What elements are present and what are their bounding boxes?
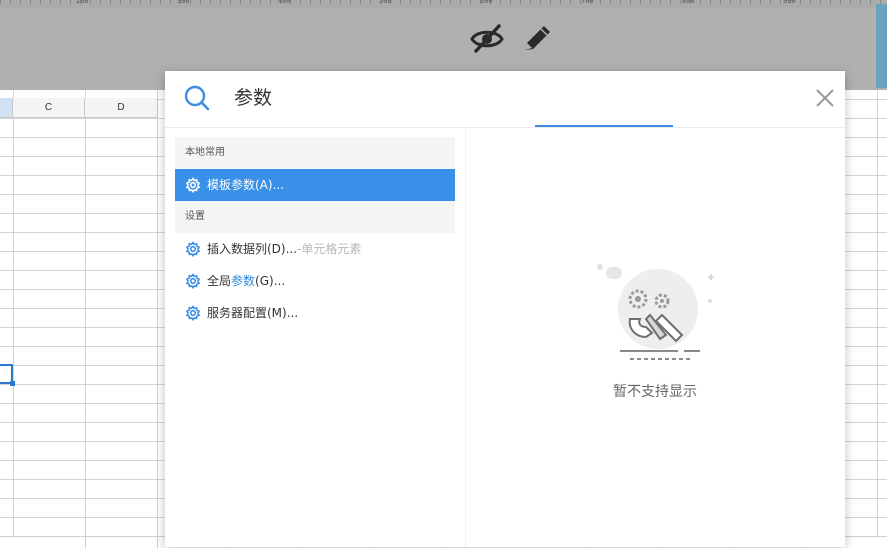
gear-icon: [185, 177, 201, 193]
result-item-insert-column[interactable]: 插入数据列(D)...-单元格元素: [175, 233, 455, 265]
result-item-label-suffix: (G)...: [255, 274, 286, 288]
search-input[interactable]: 参数: [234, 83, 272, 113]
result-item-template-params[interactable]: 模板参数(A)...: [175, 169, 455, 201]
ruler-label: 600: [480, 0, 493, 5]
column-header-d[interactable]: D: [85, 98, 158, 118]
eye-slash-icon[interactable]: [469, 20, 505, 56]
result-item-label: 服务器配置(M)...: [207, 306, 299, 320]
ruler-label: 200: [76, 0, 89, 5]
ruler-label: 300: [177, 0, 190, 5]
gear-icon: [185, 305, 201, 321]
result-item-hint: -单元格元素: [297, 242, 362, 256]
group-header-local: 本地常用: [175, 137, 455, 169]
search-icon: [184, 85, 210, 111]
pane-divider: [465, 127, 466, 547]
ruler-label: 900: [783, 0, 796, 5]
result-item-server-config[interactable]: 服务器配置(M)...: [175, 297, 455, 329]
result-item-label-highlight: 参数: [231, 274, 256, 288]
search-bar: 参数: [165, 71, 845, 128]
result-item-label: 插入数据列(D)...: [207, 242, 298, 256]
search-dialog: 参数 本地常用 模板参数(A)... 设置 插入数据列(D)...-单元格元素 …: [165, 71, 845, 547]
column-header-c[interactable]: C: [13, 98, 85, 118]
results-list: 本地常用 模板参数(A)... 设置 插入数据列(D)...-单元格元素 全局参…: [175, 137, 455, 537]
group-header-settings: 设置: [175, 201, 455, 233]
gear-icon: [185, 241, 201, 257]
horizontal-ruler: 200 300 400 500 600 700 800 900: [0, 0, 887, 8]
preview-tab-indicator: [535, 125, 673, 127]
result-item-global-params[interactable]: 全局参数(G)...: [175, 265, 455, 297]
column-header[interactable]: [0, 98, 13, 118]
result-item-label: 模板参数(A)...: [207, 178, 285, 192]
fill-handle[interactable]: [10, 381, 15, 386]
gear-icon: [185, 273, 201, 289]
ruler-label: 400: [278, 0, 291, 5]
preview-message: 暂不支持显示: [613, 384, 697, 400]
ruler-label: 500: [379, 0, 392, 5]
tools-illustration-icon: [597, 264, 714, 360]
result-item-label-prefix: 全局: [207, 274, 232, 288]
ruler-label: 800: [682, 0, 695, 5]
vertical-scrollbar[interactable]: [876, 4, 887, 88]
ruler-label: 700: [581, 0, 594, 5]
pencil-icon[interactable]: [519, 20, 555, 56]
close-icon[interactable]: [814, 87, 836, 109]
